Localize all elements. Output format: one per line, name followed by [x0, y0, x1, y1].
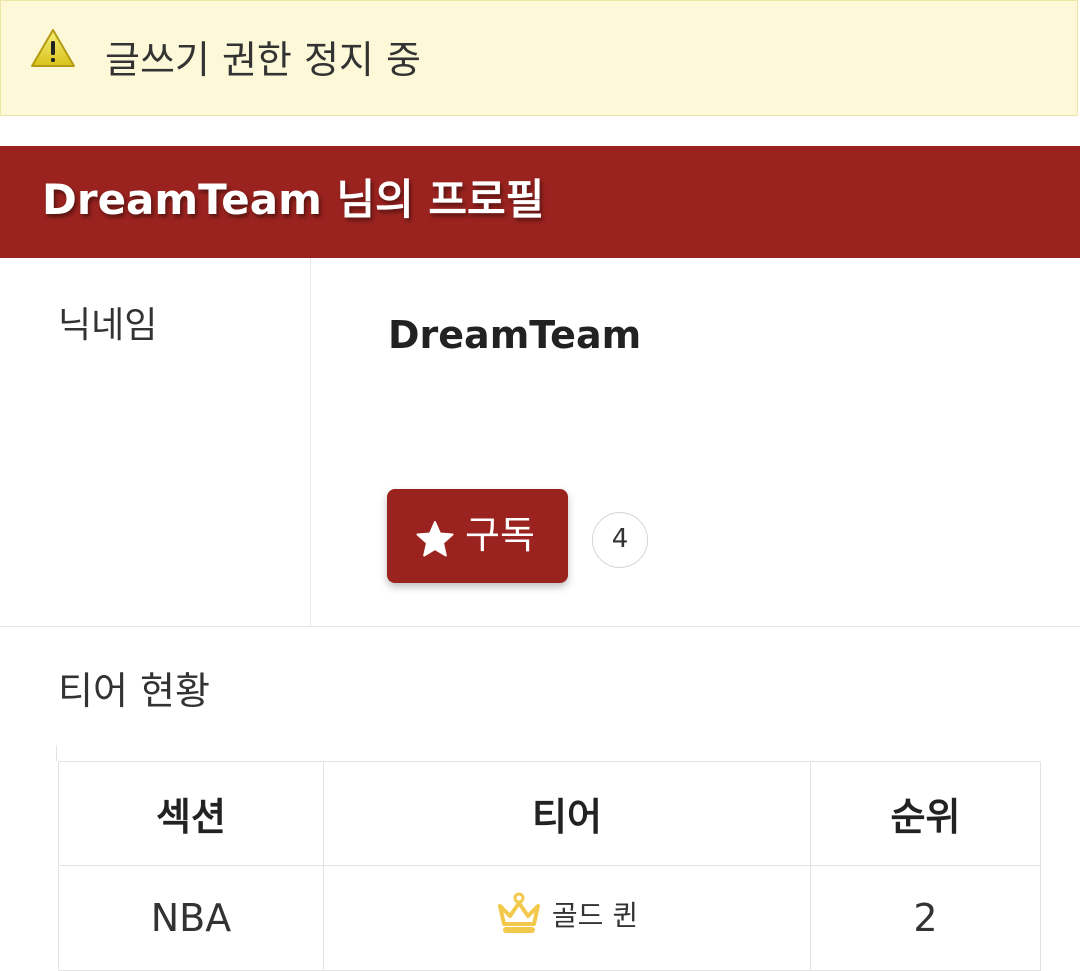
warning-icon: [29, 27, 77, 69]
subscribe-label: 구독: [465, 513, 535, 557]
star-icon: [415, 519, 455, 559]
nickname-label: 닉네임: [58, 305, 158, 346]
nickname-value: DreamTeam: [388, 313, 642, 357]
profile-header: DreamTeam 님의 프로필: [0, 146, 1080, 258]
tier-name: 골드 퀸: [551, 898, 639, 932]
write-suspended-alert: 글쓰기 권한 정지 중: [0, 0, 1078, 116]
column-header-section: 섹션: [58, 761, 324, 866]
column-divider: [310, 258, 311, 626]
column-header-rank: 순위: [810, 761, 1041, 866]
tier-section-title: 티어 현황: [58, 669, 210, 713]
alert-message: 글쓰기 권한 정지 중: [105, 38, 421, 82]
tier-cell: 골드 퀸: [323, 865, 811, 971]
profile-section: 닉네임 DreamTeam 구독 4: [0, 258, 1080, 627]
table-edge: [56, 745, 57, 761]
page-title: DreamTeam 님의 프로필: [42, 175, 545, 224]
subscribe-button[interactable]: 구독: [387, 489, 568, 583]
rank-cell: 2: [810, 865, 1041, 971]
table-row: NBA 골드 퀸 2: [58, 865, 1041, 971]
crown-icon: [496, 892, 542, 936]
subscriber-count-badge: 4: [592, 512, 648, 568]
column-header-tier: 티어: [323, 761, 811, 866]
tier-table: 섹션 티어 순위 NBA 골드 퀸 2: [58, 761, 1041, 971]
section-cell: NBA: [58, 865, 324, 971]
table-header-row: 섹션 티어 순위: [58, 761, 1041, 866]
